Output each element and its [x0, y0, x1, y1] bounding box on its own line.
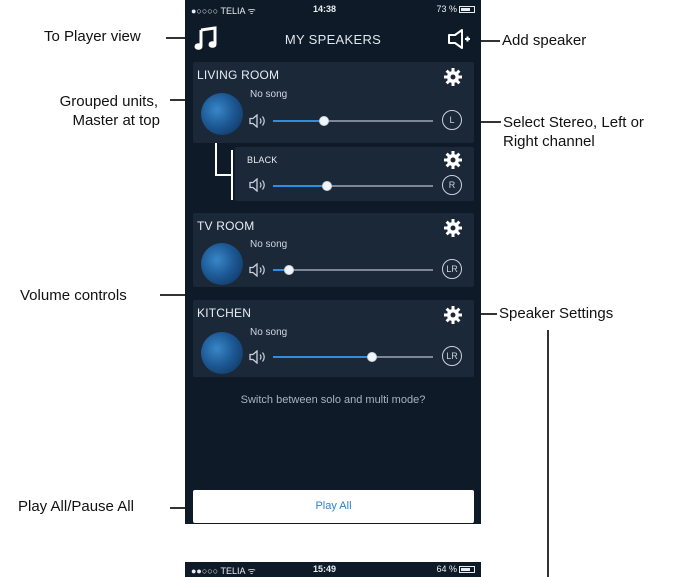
speaker-name: TV ROOM	[197, 219, 255, 233]
volume-knob[interactable]	[319, 116, 329, 126]
volume-knob[interactable]	[322, 181, 332, 191]
annotation-play-all: Play All/Pause All	[18, 498, 134, 515]
mode-switch-link[interactable]: Switch between solo and multi mode?	[185, 394, 481, 406]
battery-icon	[459, 566, 475, 573]
album-art-thumbnail	[201, 243, 243, 285]
annotation-grouped-2: Master at top	[72, 112, 160, 129]
battery-icon	[459, 6, 475, 13]
song-title: No song	[250, 327, 288, 338]
speaker-card-kitchen[interactable]: KITCHEN No song LR	[193, 300, 474, 377]
play-all-button[interactable]: Play All	[193, 490, 474, 523]
annotation-settings: Speaker Settings	[499, 305, 614, 322]
annotation-channel-2: Right channel	[503, 133, 595, 150]
volume-fill	[273, 185, 327, 187]
battery-status: 64 %	[436, 564, 475, 574]
battery-percent: 64 %	[436, 564, 457, 574]
speaker-card-living-room[interactable]: LIVING ROOM No song L	[193, 62, 474, 143]
speaker-name: KITCHEN	[197, 306, 252, 320]
speaker-card-tv-room[interactable]: TV ROOM No song LR	[193, 213, 474, 287]
volume-speaker-icon	[249, 263, 265, 277]
add-speaker-icon[interactable]	[447, 28, 471, 50]
volume-fill	[273, 356, 372, 358]
volume-slider[interactable]	[273, 352, 433, 362]
volume-speaker-icon	[249, 178, 265, 192]
album-art-thumbnail	[201, 93, 243, 135]
clock: 15:49	[313, 564, 337, 574]
phone-screen: ●○○○○ TELIA ᯤ 14:38 73 % MY SPEAKERS LIV…	[185, 0, 481, 524]
carrier-label: ●●○○○ TELIA ᯤ	[191, 566, 256, 576]
volume-slider[interactable]	[273, 116, 433, 126]
channel-button[interactable]: LR	[442, 346, 462, 366]
volume-slider[interactable]	[273, 265, 433, 275]
gear-icon[interactable]	[444, 151, 462, 169]
group-connector-vertical	[215, 143, 217, 175]
group-connector-bracket	[231, 150, 233, 200]
clock: 14:38	[313, 4, 337, 14]
volume-knob[interactable]	[284, 265, 294, 275]
speaker-card-black[interactable]: BLACK R	[235, 147, 474, 201]
volume-speaker-icon	[249, 350, 265, 364]
album-art-thumbnail	[201, 332, 243, 374]
volume-slider[interactable]	[273, 181, 433, 191]
group-connector-horizontal	[215, 174, 232, 176]
gear-icon[interactable]	[444, 306, 462, 324]
song-title: No song	[250, 239, 288, 250]
phone-screen-second: ●●○○○ TELIA ᯤ 15:49 64 %	[185, 562, 481, 577]
speaker-name: BLACK	[247, 155, 278, 165]
song-title: No song	[250, 89, 288, 100]
annotation-add-speaker: Add speaker	[502, 32, 587, 49]
speaker-name: LIVING ROOM	[197, 68, 280, 82]
volume-speaker-icon	[249, 114, 265, 128]
volume-knob[interactable]	[367, 352, 377, 362]
annotation-channel-1: Select Stereo, Left or	[503, 114, 644, 131]
battery-status: 73 %	[436, 4, 475, 14]
annotation-volume: Volume controls	[20, 287, 127, 304]
battery-percent: 73 %	[436, 4, 457, 14]
carrier-label: ●○○○○ TELIA ᯤ	[191, 6, 256, 16]
page-title: MY SPEAKERS	[284, 32, 382, 47]
status-bar: ●○○○○ TELIA ᯤ 14:38 73 %	[185, 0, 481, 20]
annotation-grouped-1: Grouped units,	[59, 93, 158, 110]
leader-line-settings-down	[547, 330, 549, 577]
status-bar-second: ●●○○○ TELIA ᯤ 15:49 64 %	[185, 562, 481, 577]
gear-icon[interactable]	[444, 68, 462, 86]
nav-bar: MY SPEAKERS	[185, 20, 481, 60]
channel-button[interactable]: R	[442, 175, 462, 195]
annotation-player-view: To Player view	[44, 28, 141, 45]
gear-icon[interactable]	[444, 219, 462, 237]
channel-button[interactable]: LR	[442, 259, 462, 279]
channel-button[interactable]: L	[442, 110, 462, 130]
volume-fill	[273, 120, 324, 122]
